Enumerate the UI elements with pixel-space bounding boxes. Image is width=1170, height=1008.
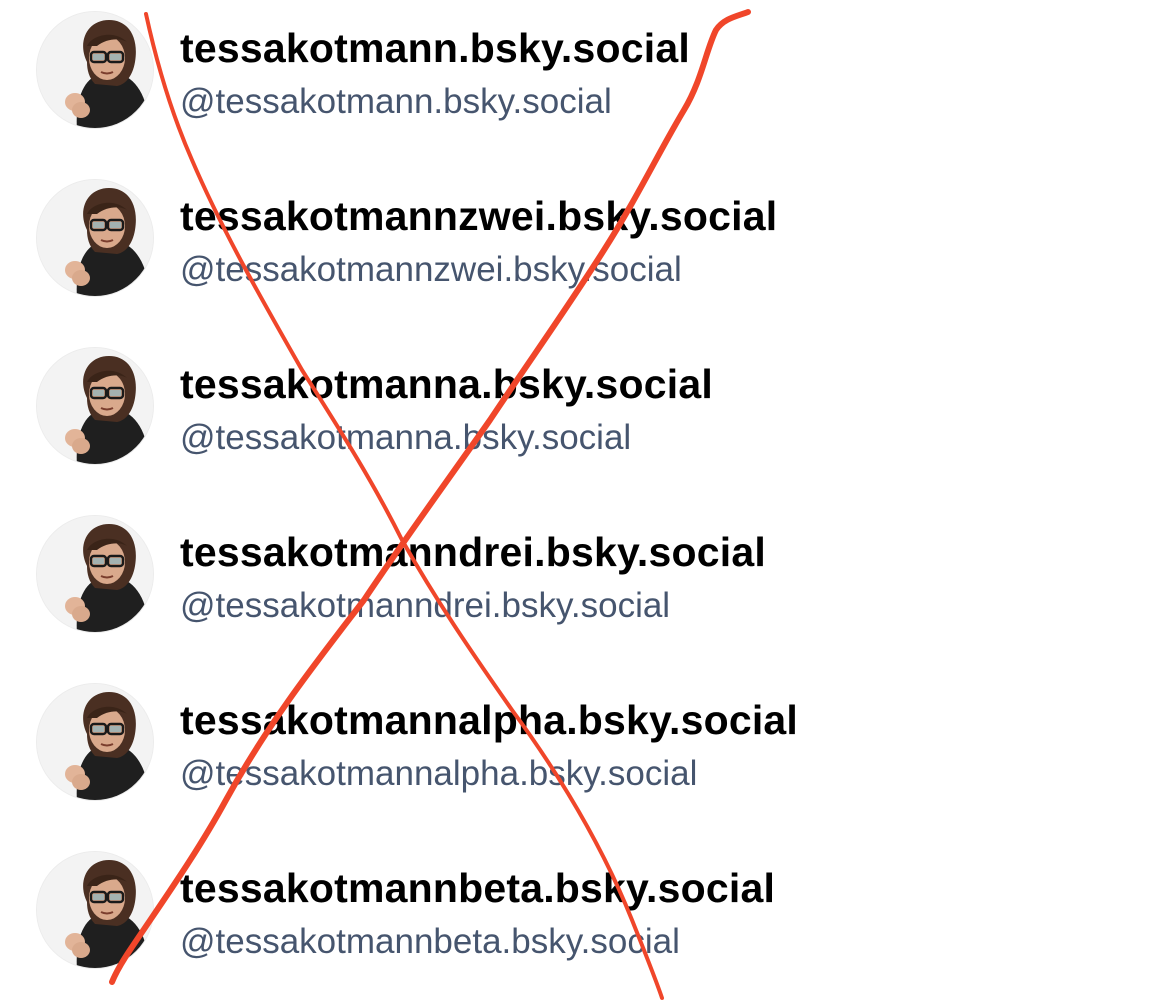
avatar[interactable] (36, 347, 154, 465)
account-display-name: tessakotmanna.bsky.social (180, 361, 713, 407)
account-display-name: tessakotmannalpha.bsky.social (180, 697, 799, 743)
account-handle: @tessakotmannzwei.bsky.social (180, 250, 682, 289)
account-display-name: tessakotmannbeta.bsky.social (180, 865, 776, 911)
account-row[interactable]: tessakotmannalpha.bsky.social @tessakotm… (0, 672, 1170, 840)
account-handle: @tessakotmanndrei.bsky.social (180, 586, 671, 625)
avatar[interactable] (36, 851, 154, 969)
person-avatar-icon (37, 348, 153, 464)
person-avatar-icon (37, 852, 153, 968)
avatar[interactable] (36, 11, 154, 129)
account-list: tessakotmann.bsky.social @tessakotmann.b… (0, 0, 1170, 1003)
account-row[interactable]: tessakotmanna.bsky.social @tessakotmanna… (0, 336, 1170, 504)
account-handle: @tessakotmann.bsky.social (180, 82, 612, 121)
avatar[interactable] (36, 515, 154, 633)
person-avatar-icon (37, 12, 153, 128)
person-avatar-icon (37, 516, 153, 632)
account-handle: @tessakotmannalpha.bsky.social (180, 754, 698, 793)
avatar[interactable] (36, 179, 154, 297)
person-avatar-icon (37, 180, 153, 296)
account-handle: @tessakotmanna.bsky.social (180, 418, 632, 457)
account-row[interactable]: tessakotmann.bsky.social @tessakotmann.b… (0, 0, 1170, 168)
account-row[interactable]: tessakotmanndrei.bsky.social @tessakotma… (0, 504, 1170, 672)
person-avatar-icon (37, 684, 153, 800)
account-display-name: tessakotmanndrei.bsky.social (180, 529, 766, 575)
account-row[interactable]: tessakotmannzwei.bsky.social @tessakotma… (0, 168, 1170, 336)
account-handle: @tessakotmannbeta.bsky.social (180, 922, 680, 961)
account-display-name: tessakotmann.bsky.social (180, 25, 690, 71)
avatar[interactable] (36, 683, 154, 801)
account-row[interactable]: tessakotmannbeta.bsky.social @tessakotma… (0, 840, 1170, 1008)
account-display-name: tessakotmannzwei.bsky.social (180, 193, 778, 239)
